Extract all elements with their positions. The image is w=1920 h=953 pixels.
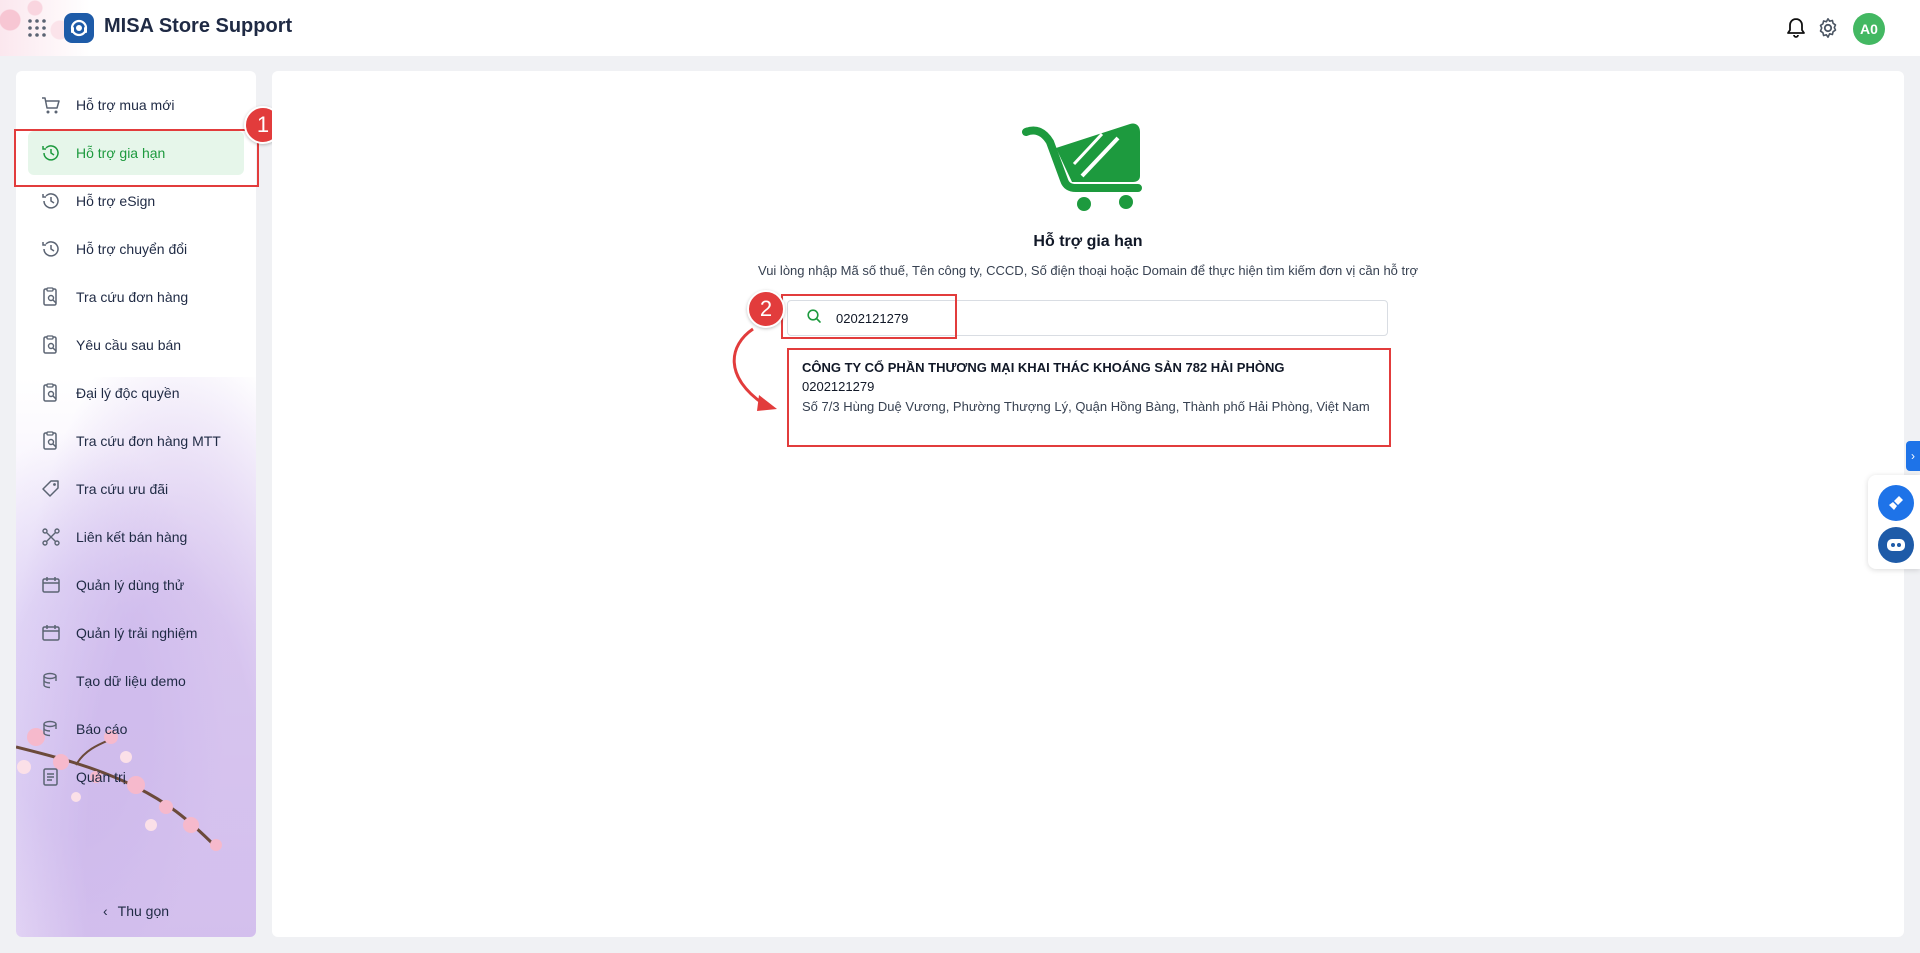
sidebar-item-label: Quản lý trải nghiệm — [76, 625, 198, 641]
broom-clean-icon[interactable] — [1878, 485, 1914, 521]
sidebar-item-experience-management[interactable]: Quản lý trải nghiệm — [28, 611, 244, 655]
search-result-item[interactable]: CÔNG TY CỔ PHẦN THƯƠNG MẠI KHAI THÁC KHO… — [788, 350, 1388, 442]
page-title: Hỗ trợ gia hạn — [1033, 233, 1143, 250]
sidebar-item-esign[interactable]: Hỗ trợ eSign — [28, 179, 244, 223]
sidebar-item-label: Hỗ trợ eSign — [76, 193, 156, 209]
user-avatar[interactable]: A0 — [1853, 13, 1885, 45]
sidebar-item-administration[interactable]: Quản trị — [28, 755, 244, 799]
notification-bell-icon[interactable] — [1784, 16, 1808, 40]
sidebar-item-renewal[interactable]: Hỗ trợ gia hạn — [28, 131, 244, 175]
tag-icon — [40, 478, 62, 500]
sidebar-item-label: Quản lý dùng thử — [76, 577, 185, 593]
sidebar-item-label: Tra cứu ưu đãi — [76, 481, 169, 497]
sidebar-item-label: Hỗ trợ gia hạn — [76, 145, 166, 161]
settings-gear-icon[interactable] — [1816, 16, 1840, 40]
search-box[interactable] — [787, 300, 1388, 336]
app-header: MISA Store Support A0 — [0, 0, 1920, 56]
database-icon — [40, 718, 62, 740]
sidebar-item-promotions[interactable]: Tra cứu ưu đãi — [28, 467, 244, 511]
sidebar-item-label: Hỗ trợ mua mới — [76, 97, 175, 113]
clipboard-search-icon — [40, 334, 62, 356]
clipboard-search-icon — [40, 382, 62, 404]
sidebar-menu: Hỗ trợ mua mới Hỗ trợ gia hạn Hỗ trợ eSi… — [16, 83, 256, 803]
collapse-label: Thu gọn — [117, 903, 170, 919]
calendar-icon — [40, 622, 62, 644]
floating-action-panel — [1868, 475, 1920, 569]
history-icon — [40, 190, 62, 212]
sidebar-item-exclusive-agent[interactable]: Đại lý độc quyền — [28, 371, 244, 415]
result-company-name: CÔNG TY CỔ PHẦN THƯƠNG MẠI KHAI THÁC KHO… — [802, 360, 1285, 375]
sidebar-item-label: Hỗ trợ chuyển đổi — [76, 241, 188, 257]
sidebar: Hỗ trợ mua mới Hỗ trợ gia hạn Hỗ trợ eSi… — [16, 71, 256, 937]
sidebar-item-label: Liên kết bán hàng — [76, 529, 188, 545]
annotation-step-2: 2 — [747, 290, 785, 328]
sidebar-item-reports[interactable]: Báo cáo — [28, 707, 244, 751]
calendar-icon — [40, 574, 62, 596]
chatbot-robot-icon[interactable] — [1878, 527, 1914, 563]
sidebar-item-order-lookup[interactable]: Tra cứu đơn hàng — [28, 275, 244, 319]
side-panel-toggle[interactable]: › — [1906, 441, 1920, 471]
sidebar-item-label: Quản trị — [76, 769, 126, 785]
cart-icon — [40, 94, 62, 116]
sidebar-item-order-lookup-mtt[interactable]: Tra cứu đơn hàng MTT — [28, 419, 244, 463]
history-icon — [40, 238, 62, 260]
sidebar-item-label: Đại lý độc quyền — [76, 385, 180, 401]
history-icon — [40, 142, 62, 164]
page-subtitle: Vui lòng nhập Mã số thuế, Tên công ty, C… — [758, 263, 1418, 278]
sidebar-item-sales-link[interactable]: Liên kết bán hàng — [28, 515, 244, 559]
sidebar-item-label: Báo cáo — [76, 721, 128, 737]
document-icon — [40, 766, 62, 788]
app-grid-icon[interactable] — [26, 17, 48, 39]
sidebar-item-label: Yêu cầu sau bán — [76, 337, 182, 353]
collapse-sidebar-button[interactable]: ‹ Thu gọn — [16, 899, 256, 923]
result-address: Số 7/3 Hùng Duệ Vương, Phường Thượng Lý,… — [802, 399, 1370, 414]
chevron-left-icon: ‹ — [102, 903, 108, 919]
sidebar-item-label: Tạo dữ liệu demo — [76, 673, 186, 689]
sidebar-item-label: Tra cứu đơn hàng — [76, 289, 189, 305]
database-icon — [40, 670, 62, 692]
clipboard-search-icon — [40, 430, 62, 452]
clipboard-search-icon — [40, 286, 62, 308]
sidebar-item-label: Tra cứu đơn hàng MTT — [76, 433, 221, 449]
shopping-cart-illustration-icon — [1022, 123, 1142, 211]
search-icon — [806, 308, 822, 329]
app-title: MISA Store Support — [104, 15, 293, 37]
sidebar-item-buy-new[interactable]: Hỗ trợ mua mới — [28, 83, 244, 127]
sidebar-item-demo-data[interactable]: Tạo dữ liệu demo — [28, 659, 244, 703]
main-content: Hỗ trợ gia hạn Vui lòng nhập Mã số thuế,… — [272, 71, 1904, 937]
sidebar-item-conversion[interactable]: Hỗ trợ chuyển đổi — [28, 227, 244, 271]
chevron-right-icon: › — [1911, 449, 1915, 463]
app-logo-icon — [64, 13, 94, 43]
link-nodes-icon — [40, 526, 62, 548]
sidebar-item-after-sales[interactable]: Yêu cầu sau bán — [28, 323, 244, 367]
search-input[interactable] — [834, 309, 1354, 327]
result-tax-code: 0202121279 — [802, 379, 875, 394]
sidebar-item-trial-management[interactable]: Quản lý dùng thử — [28, 563, 244, 607]
